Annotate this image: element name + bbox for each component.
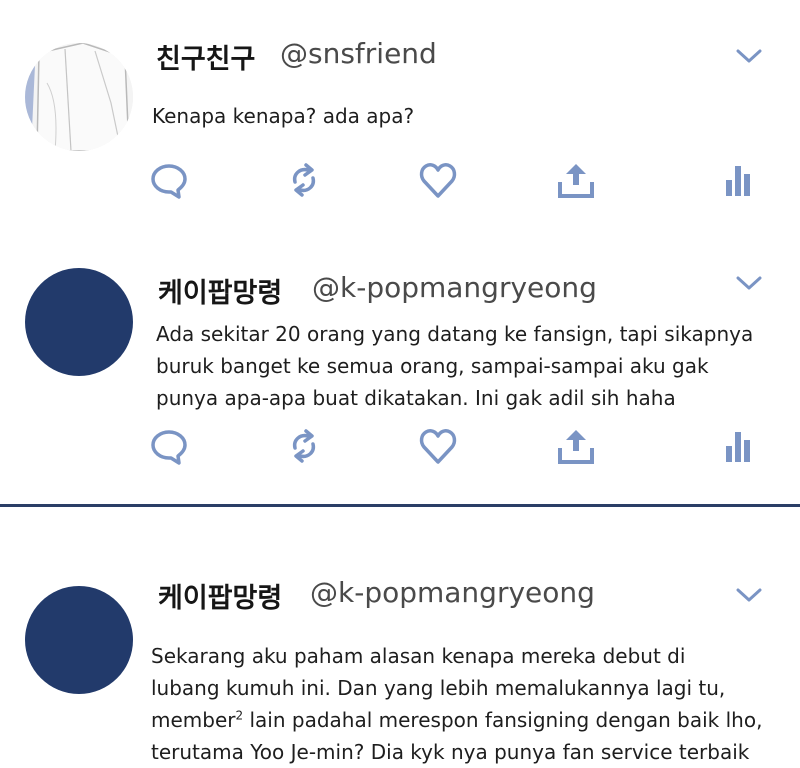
tweet-3: 케이팝망령 @k-popmangryeong Sekarang aku paha… (0, 0, 800, 764)
avatar[interactable] (25, 586, 133, 694)
tweet-text: Sekarang aku paham alasan kenapa mereka … (151, 640, 762, 768)
display-name[interactable]: 케이팝망령 (158, 576, 282, 615)
superscript: 2 (235, 708, 244, 723)
tweet-text-line: member2 lain padahal merespon fansigning… (151, 704, 762, 736)
tweet-text-line: terutama Yoo Je-min? Dia kyk nya punya f… (151, 740, 750, 764)
user-handle[interactable]: @k-popmangryeong (310, 576, 595, 609)
tweet-text-word: lain padahal merespon fansigning dengan … (243, 708, 763, 732)
tweet-text-line: Sekarang aku paham alasan kenapa mereka … (151, 644, 686, 668)
tweet-text-word: member (151, 708, 236, 732)
tweet-text-line: lubang kumuh ini. Dan yang lebih memaluk… (151, 676, 726, 700)
chevron-down-icon[interactable] (736, 587, 762, 603)
